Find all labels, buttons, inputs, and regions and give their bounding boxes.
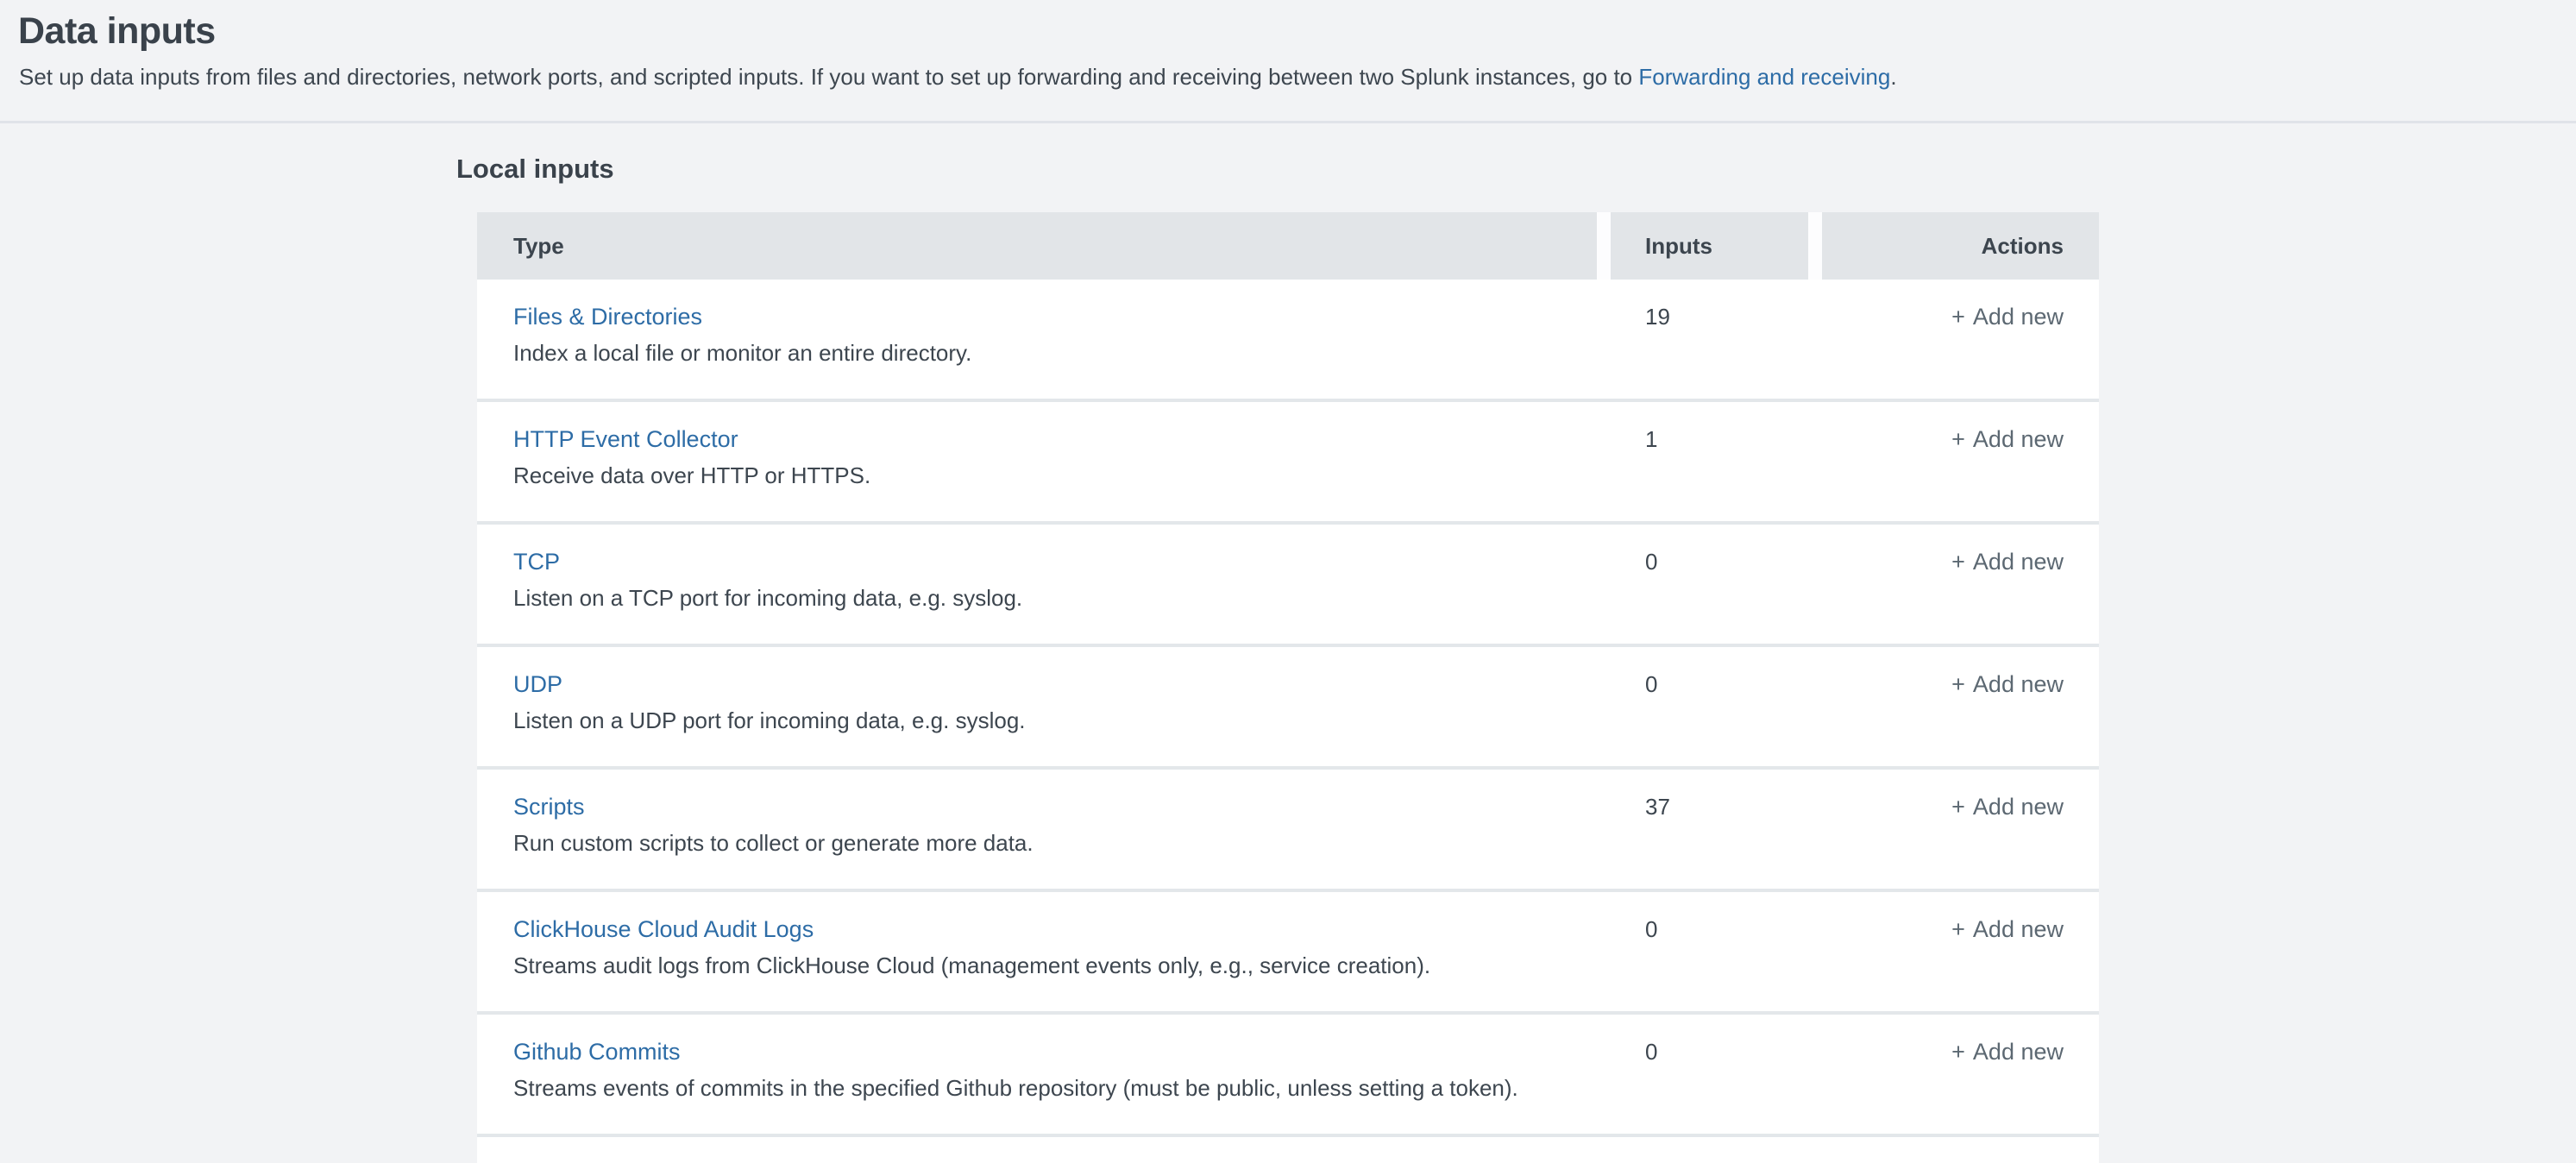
input-type-link[interactable]: UDP [513,670,562,699]
plus-icon: + [1951,549,1965,575]
forwarding-and-receiving-link[interactable]: Forwarding and receiving [1638,64,1890,90]
actions-cell: + Add new [1822,525,2099,644]
partial-next-row [477,1137,2099,1163]
actions-cell: + Add new [1822,770,2099,889]
data-inputs-page: { "page": { "title": "Data inputs", "sub… [0,0,2576,1151]
type-cell: Github Commits Streams events of commits… [477,1015,1611,1134]
actions-cell: + Add new [1822,647,2099,766]
local-inputs-table: Type Inputs Actions Files & Directories … [477,212,2099,1163]
table-row: Files & Directories Index a local file o… [477,280,2099,402]
page-subtitle: Set up data inputs from files and direct… [19,62,1897,91]
table-row: UDP Listen on a UDP port for incoming da… [477,647,2099,770]
local-inputs-heading: Local inputs [456,154,614,185]
add-new-link[interactable]: + Add new [1951,671,2064,697]
table-row: HTTP Event Collector Receive data over H… [477,402,2099,525]
add-new-link[interactable]: + Add new [1951,1039,2064,1065]
table-header-row: Type Inputs Actions [477,212,2099,280]
plus-icon: + [1951,426,1965,452]
add-new-link[interactable]: + Add new [1951,426,2064,452]
inputs-count: 0 [1611,647,1822,766]
add-new-link[interactable]: + Add new [1951,304,2064,330]
add-new-label: Add new [1973,794,2064,820]
page-title: Data inputs [18,7,216,55]
add-new-label: Add new [1973,549,2064,575]
inputs-count: 0 [1611,1015,1822,1134]
input-type-description: Index a local file or monitor an entire … [513,338,1611,368]
plus-icon: + [1951,794,1965,820]
table-row: ClickHouse Cloud Audit Logs Streams audi… [477,892,2099,1015]
table-row: TCP Listen on a TCP port for incoming da… [477,525,2099,647]
input-type-link[interactable]: ClickHouse Cloud Audit Logs [513,915,814,944]
inputs-count: 0 [1611,892,1822,1011]
input-type-link[interactable]: Files & Directories [513,302,702,331]
type-cell: HTTP Event Collector Receive data over H… [477,402,1611,521]
subtitle-text-after: . [1890,64,1896,90]
column-header-type: Type [477,212,1597,280]
plus-icon: + [1951,916,1965,942]
table-row: Scripts Run custom scripts to collect or… [477,770,2099,892]
table-row: Github Commits Streams events of commits… [477,1015,2099,1137]
add-new-link[interactable]: + Add new [1951,549,2064,575]
inputs-count: 19 [1611,280,1822,399]
inputs-count: 1 [1611,402,1822,521]
plus-icon: + [1951,304,1965,330]
add-new-label: Add new [1973,1039,2064,1065]
add-new-label: Add new [1973,426,2064,452]
subtitle-text-before: Set up data inputs from files and direct… [19,64,1638,90]
actions-cell: + Add new [1822,1015,2099,1134]
input-type-description: Listen on a TCP port for incoming data, … [513,583,1611,613]
plus-icon: + [1951,1039,1965,1065]
type-cell: Files & Directories Index a local file o… [477,280,1611,399]
table-body: Files & Directories Index a local file o… [477,280,2099,1137]
add-new-label: Add new [1973,304,2064,330]
actions-cell: + Add new [1822,280,2099,399]
plus-icon: + [1951,671,1965,697]
input-type-link[interactable]: Scripts [513,792,585,821]
type-cell: TCP Listen on a TCP port for incoming da… [477,525,1611,644]
add-new-link[interactable]: + Add new [1951,794,2064,820]
input-type-link[interactable]: TCP [513,547,560,576]
actions-cell: + Add new [1822,892,2099,1011]
input-type-description: Receive data over HTTP or HTTPS. [513,461,1611,490]
column-header-actions: Actions [1822,212,2099,280]
inputs-count: 37 [1611,770,1822,889]
add-new-label: Add new [1973,671,2064,697]
add-new-label: Add new [1973,916,2064,942]
type-cell: Scripts Run custom scripts to collect or… [477,770,1611,889]
input-type-description: Listen on a UDP port for incoming data, … [513,706,1611,735]
page-header: Data inputs Set up data inputs from file… [0,0,2576,123]
actions-cell: + Add new [1822,402,2099,521]
input-type-description: Streams events of commits in the specifi… [513,1073,1611,1103]
input-type-description: Streams audit logs from ClickHouse Cloud… [513,951,1611,980]
input-type-description: Run custom scripts to collect or generat… [513,828,1611,858]
add-new-link[interactable]: + Add new [1951,916,2064,942]
input-type-link[interactable]: Github Commits [513,1037,681,1066]
type-cell: ClickHouse Cloud Audit Logs Streams audi… [477,892,1611,1011]
input-type-link[interactable]: HTTP Event Collector [513,424,738,454]
column-header-inputs: Inputs [1611,212,1808,280]
type-cell: UDP Listen on a UDP port for incoming da… [477,647,1611,766]
inputs-count: 0 [1611,525,1822,644]
